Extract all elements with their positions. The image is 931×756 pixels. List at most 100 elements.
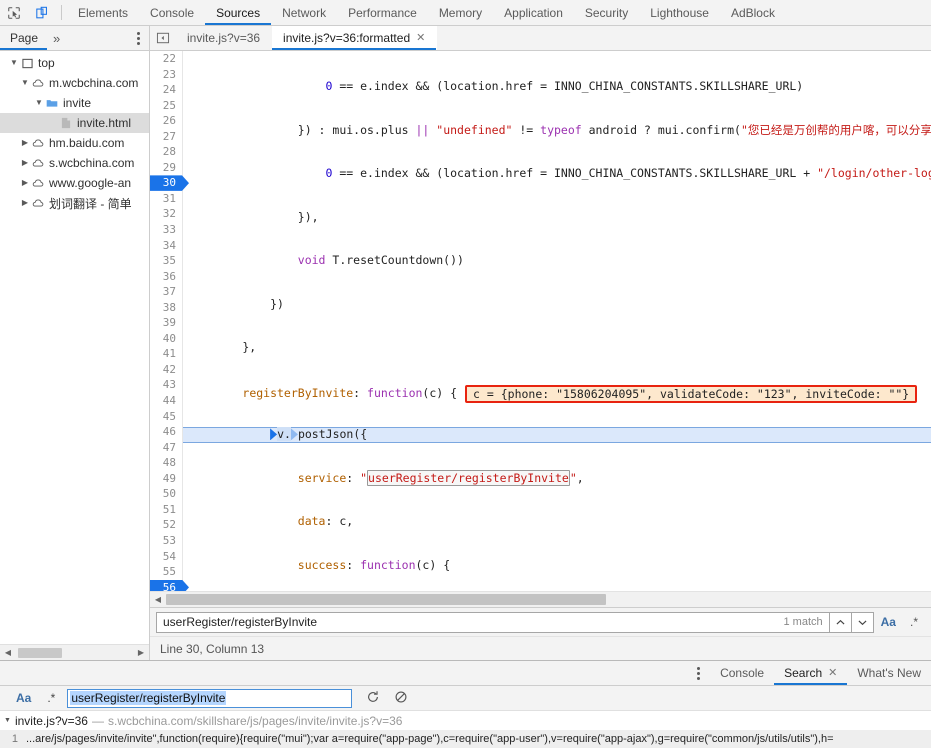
code-line-33[interactable]: success: function(c) { (183, 558, 931, 574)
line-number[interactable]: 34 (150, 238, 182, 254)
line-number[interactable]: 27 (150, 129, 182, 145)
search-result-row[interactable]: 1 ...are/js/pages/invite/invite",functio… (0, 730, 931, 748)
chevron-down-icon[interactable]: ▼ (8, 59, 20, 67)
inspect-cursor-icon[interactable] (0, 0, 28, 25)
line-number[interactable]: 39 (150, 315, 182, 331)
line-number[interactable]: 43 (150, 377, 182, 393)
line-number[interactable]: 48 (150, 455, 182, 471)
line-number[interactable]: 50 (150, 486, 182, 502)
scrollbar-thumb[interactable] (166, 594, 606, 605)
chevron-right-icon[interactable]: ▶ (19, 159, 31, 167)
line-number[interactable]: 25 (150, 98, 182, 114)
tree-node-invite-folder[interactable]: ▼ invite (0, 93, 149, 113)
tab-memory[interactable]: Memory (428, 0, 493, 25)
code-line-28[interactable]: }, (183, 340, 931, 356)
line-number[interactable]: 41 (150, 346, 182, 362)
code-line-29[interactable]: registerByInvite: function(c) {c = {phon… (183, 384, 931, 403)
code-line-24[interactable]: 0 == e.index && (location.href = INNO_CH… (183, 166, 931, 182)
code-line-25[interactable]: }), (183, 210, 931, 226)
clear-icon[interactable] (394, 690, 408, 706)
search-input[interactable]: userRegister/registerByInvite (67, 688, 353, 708)
chevron-right-icon[interactable]: ▶ (19, 199, 31, 207)
chevron-down-icon[interactable]: ▼ (4, 717, 11, 724)
navigator-tab-page[interactable]: Page (0, 26, 48, 50)
refresh-icon[interactable] (366, 690, 380, 706)
tab-performance[interactable]: Performance (337, 0, 428, 25)
drawer-tab-whats-new[interactable]: What's New (847, 661, 931, 685)
tree-node-top[interactable]: ▼ top (0, 53, 149, 73)
line-number[interactable]: 23 (150, 67, 182, 83)
tree-node-m-wcbchina-com[interactable]: ▼ m.wcbchina.com (0, 73, 149, 93)
find-next-button[interactable] (851, 611, 874, 633)
chevron-right-icon[interactable]: ▶ (19, 179, 31, 187)
device-toolbar-icon[interactable] (28, 0, 56, 25)
line-number[interactable]: 51 (150, 502, 182, 518)
close-icon[interactable]: ✕ (828, 667, 837, 679)
line-number[interactable]: 49 (150, 471, 182, 487)
tab-security[interactable]: Security (574, 0, 639, 25)
code-line-31[interactable]: service: "userRegister/registerByInvite"… (183, 469, 931, 487)
breakpoint-marker-30[interactable]: 30 (150, 175, 182, 191)
code-line-22[interactable]: 0 == e.index && (location.href = INNO_CH… (183, 79, 931, 95)
line-number[interactable]: 54 (150, 549, 182, 565)
breakpoint-marker-56[interactable]: 56 (150, 580, 182, 591)
scroll-left-icon[interactable]: ◀ (152, 595, 164, 604)
drawer-tab-console[interactable]: Console (710, 661, 774, 685)
search-match-case-toggle[interactable]: Aa (8, 691, 39, 705)
line-number[interactable]: 52 (150, 517, 182, 533)
line-number[interactable]: 35 (150, 253, 182, 269)
line-number[interactable]: 44 (150, 393, 182, 409)
source-tab-invite-js[interactable]: invite.js?v=36 (176, 26, 272, 50)
code-line-27[interactable]: }) (183, 297, 931, 313)
code-content[interactable]: 0 == e.index && (location.href = INNO_CH… (183, 51, 931, 591)
line-number[interactable]: 47 (150, 440, 182, 456)
navigator-horizontal-scrollbar[interactable]: ◀ ▶ (0, 644, 149, 660)
chevron-down-icon[interactable]: ▼ (19, 79, 31, 87)
scroll-right-icon[interactable]: ▶ (135, 648, 147, 657)
tab-application[interactable]: Application (493, 0, 574, 25)
tab-console[interactable]: Console (139, 0, 205, 25)
line-number[interactable]: 31 (150, 191, 182, 207)
tree-node-invite-html[interactable]: invite.html (0, 113, 149, 133)
line-number[interactable]: 53 (150, 533, 182, 549)
search-regex-toggle[interactable]: .* (39, 691, 63, 705)
more-options-icon[interactable] (128, 31, 149, 46)
line-number[interactable]: 32 (150, 206, 182, 222)
tab-sources[interactable]: Sources (205, 0, 272, 25)
line-number[interactable]: 36 (150, 269, 182, 285)
chevron-right-icon[interactable]: ▶ (19, 139, 31, 147)
find-previous-button[interactable] (829, 611, 852, 633)
navigator-more-tabs-icon[interactable]: » (47, 31, 66, 46)
find-input[interactable]: userRegister/registerByInvite 1 match (156, 611, 830, 633)
regex-toggle[interactable]: .* (903, 615, 925, 629)
line-number[interactable]: 38 (150, 300, 182, 316)
line-number[interactable]: 26 (150, 113, 182, 129)
drawer-more-icon[interactable] (687, 661, 710, 685)
scrollbar-thumb[interactable] (18, 647, 62, 658)
code-line-26[interactable]: void T.resetCountdown()) (183, 253, 931, 269)
close-icon[interactable]: ✕ (416, 32, 425, 44)
line-number[interactable]: 28 (150, 144, 182, 160)
tab-network[interactable]: Network (271, 0, 337, 25)
tree-node-huaci-translate[interactable]: ▶ 划词翻译 - 简单 (0, 193, 149, 213)
line-number[interactable]: 29 (150, 160, 182, 176)
line-number[interactable]: 55 (150, 564, 182, 580)
line-number[interactable]: 24 (150, 82, 182, 98)
tree-node-hm-baidu-com[interactable]: ▶ hm.baidu.com (0, 133, 149, 153)
code-line-30-execution[interactable]: v. postJson({ (183, 427, 931, 443)
line-number[interactable]: 46 (150, 424, 182, 440)
drawer-tab-search[interactable]: Search ✕ (774, 661, 848, 685)
code-line-32[interactable]: data: c, (183, 514, 931, 530)
line-number[interactable]: 40 (150, 331, 182, 347)
match-case-toggle[interactable]: Aa (874, 615, 903, 629)
chevron-down-icon[interactable]: ▼ (33, 99, 45, 107)
line-number-gutter[interactable]: 22 23 24 25 26 27 28 29 30 31 32 33 34 3… (150, 51, 183, 591)
line-number[interactable]: 22 (150, 51, 182, 67)
search-result-file[interactable]: ▼ invite.js?v=36 — s.wcbchina.com/skills… (0, 711, 931, 730)
tree-node-s-wcbchina-com[interactable]: ▶ s.wcbchina.com (0, 153, 149, 173)
show-navigator-icon[interactable] (150, 26, 176, 50)
line-number[interactable]: 45 (150, 409, 182, 425)
tab-adblock[interactable]: AdBlock (720, 0, 786, 25)
step-into-marker-icon[interactable] (290, 428, 298, 441)
line-number[interactable]: 42 (150, 362, 182, 378)
